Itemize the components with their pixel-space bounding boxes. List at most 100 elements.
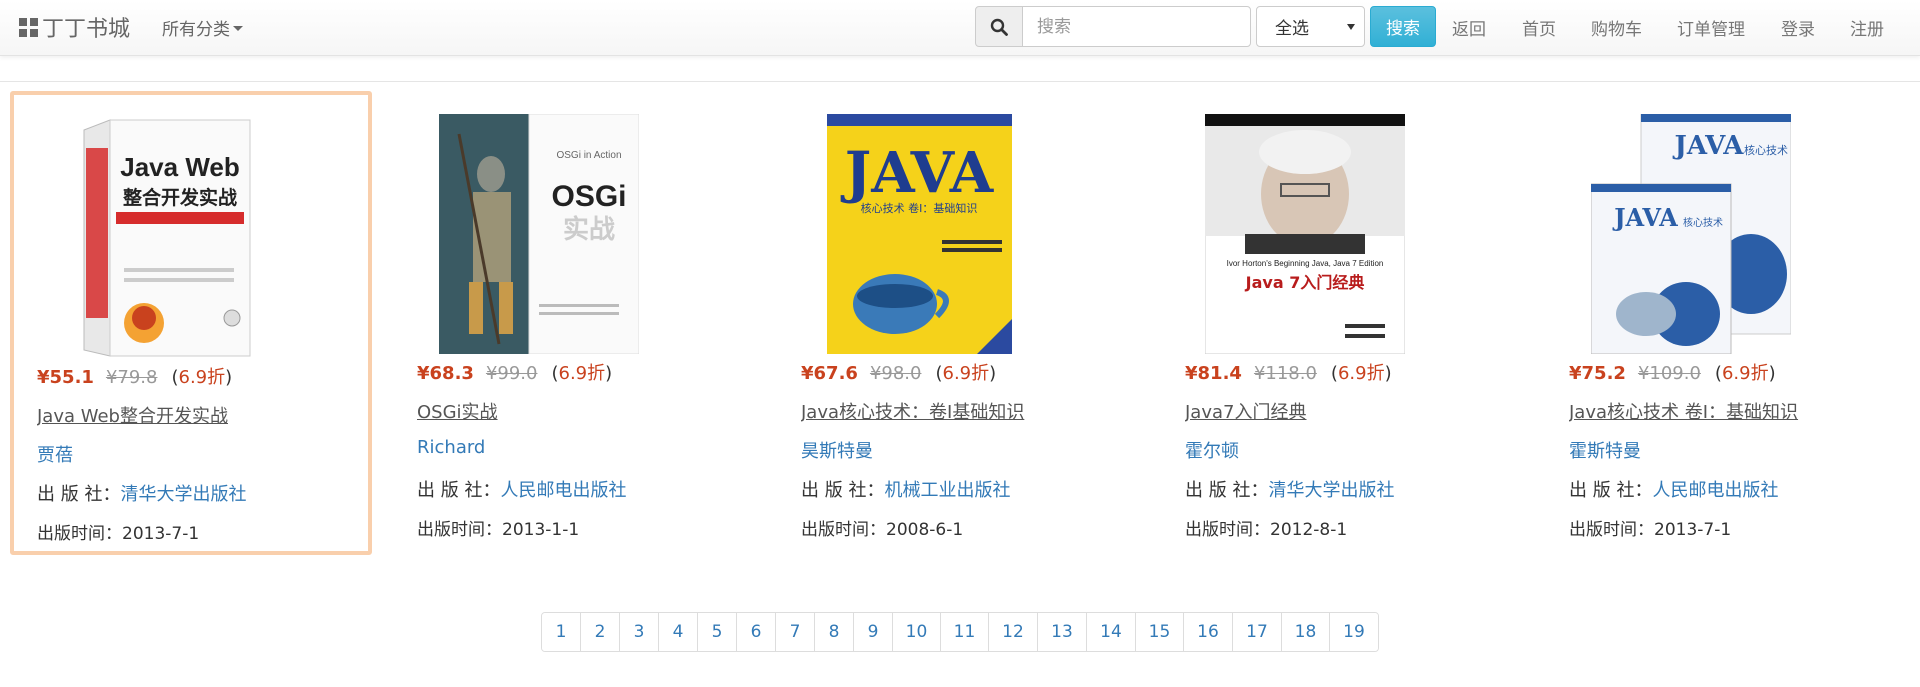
book-card[interactable]: JAVA 核心技术 卷Ⅰ：基础知识 ¥67.6 ¥98.0 (6.9折) Java核… — [782, 91, 1144, 555]
author-link[interactable]: Richard — [417, 437, 485, 458]
price-line: ¥75.2 ¥109.0 (6.9折) — [1569, 363, 1776, 384]
pubdate-label: 出版时间： — [1185, 520, 1270, 540]
select-arrow-icon — [1347, 24, 1355, 30]
page-link[interactable]: 9 — [854, 613, 893, 651]
book-cover[interactable]: JAVA 核心技术 卷Ⅰ：基础知识 — [827, 114, 1027, 354]
book-card[interactable]: Ivor Horton's Beginning Java, Java 7 Edi… — [1166, 91, 1528, 555]
nav-register[interactable]: 注册 — [1850, 15, 1884, 40]
page-link[interactable]: 10 — [893, 613, 941, 651]
publisher-row: 出 版 社：清华大学出版社 — [37, 480, 246, 506]
publisher-link[interactable]: 人民邮电出版社 — [500, 480, 626, 501]
publisher-link[interactable]: 人民邮电出版社 — [1652, 480, 1778, 501]
page-link[interactable]: 19 — [1330, 613, 1378, 651]
book-title-link[interactable]: Java核心技术 卷I：基础知识 — [1569, 398, 1809, 424]
publisher-row: 出 版 社：清华大学出版社 — [1185, 476, 1394, 502]
search-input[interactable] — [1022, 6, 1251, 47]
discount-rate: 6.9折 — [1721, 363, 1769, 384]
pubdate-row: 出版时间：2013-1-1 — [417, 515, 579, 540]
publisher-row: 出 版 社：人民邮电出版社 — [417, 476, 626, 502]
book-cover-image: Java Web 整合开发实战 — [64, 118, 264, 358]
book-cover-image: Ivor Horton's Beginning Java, Java 7 Edi… — [1205, 114, 1405, 354]
page-link[interactable]: 4 — [659, 613, 698, 651]
original-price: ¥118.0 — [1253, 363, 1317, 384]
svg-text:Ivor Horton's Beginning Java,: Ivor Horton's Beginning Java, Java 7 Edi… — [1227, 259, 1384, 268]
pubdate-value: 2013-7-1 — [122, 524, 200, 544]
book-cover-image: JAVA 核心技术 JAVA 核心技术 — [1591, 114, 1791, 354]
discount-rate: 6.9折 — [558, 363, 606, 384]
pubdate-row: 出版时间：2008-6-1 — [801, 515, 963, 540]
author-link[interactable]: 昊斯特曼 — [801, 437, 873, 463]
book-cover[interactable]: Ivor Horton's Beginning Java, Java 7 Edi… — [1205, 114, 1405, 354]
page-link[interactable]: 16 — [1184, 613, 1233, 651]
page-link[interactable]: 8 — [815, 613, 854, 651]
publisher-row: 出 版 社：人民邮电出版社 — [1569, 476, 1778, 502]
author-link[interactable]: 霍斯特曼 — [1569, 437, 1641, 463]
publisher-label: 出 版 社： — [1185, 480, 1269, 501]
pubdate-label: 出版时间： — [37, 524, 122, 544]
book-title-link[interactable]: Java核心技术：卷Ⅰ基础知识 — [801, 398, 1041, 424]
nav-orders[interactable]: 订单管理 — [1677, 15, 1745, 40]
page-link[interactable]: 1 — [542, 613, 581, 651]
author-link[interactable]: 贾蓓 — [37, 441, 73, 467]
page-link[interactable]: 2 — [581, 613, 620, 651]
publisher-link[interactable]: 清华大学出版社 — [1268, 480, 1394, 501]
price-line: ¥55.1 ¥79.8 (6.9折) — [37, 367, 233, 388]
book-title-link[interactable]: Java7入门经典 — [1185, 398, 1425, 424]
top-navbar: 丁丁书城 所有分类 全选 搜索 返回 首页 购物车 订单管理 登录 注册 — [0, 0, 1920, 56]
category-dropdown-label[interactable]: 所有分类 — [162, 15, 230, 40]
page-link[interactable]: 15 — [1136, 613, 1184, 651]
content-divider — [0, 81, 1920, 82]
current-price: ¥81.4 — [1185, 363, 1242, 384]
page-link[interactable]: 7 — [776, 613, 815, 651]
nav-back[interactable]: 返回 — [1452, 15, 1486, 40]
author-link[interactable]: 霍尔顿 — [1185, 437, 1239, 463]
nav-login[interactable]: 登录 — [1781, 15, 1815, 40]
current-price: ¥75.2 — [1569, 363, 1626, 384]
current-price: ¥67.6 — [801, 363, 858, 384]
discount-rate: 6.9折 — [942, 363, 990, 384]
svg-text:OSGi in Action: OSGi in Action — [556, 150, 621, 161]
book-cover[interactable]: Java Web 整合开发实战 — [64, 118, 264, 358]
caret-down-icon — [233, 26, 243, 31]
page-link[interactable]: 11 — [941, 613, 989, 651]
publisher-row: 出 版 社：机械工业出版社 — [801, 476, 1010, 502]
book-card[interactable]: OSGi in Action OSGi 实战 ¥68.3 ¥99.0 (6.9折) … — [398, 91, 760, 555]
book-card[interactable]: JAVA 核心技术 JAVA 核心技术 ¥75.2 ¥109.0 (6.9折) Ja… — [1550, 91, 1912, 555]
book-cover[interactable]: OSGi in Action OSGi 实战 — [439, 114, 639, 354]
original-price: ¥99.0 — [485, 363, 538, 384]
page-link[interactable]: 18 — [1282, 613, 1330, 651]
pubdate-value: 2013-7-1 — [1654, 520, 1732, 540]
publisher-link[interactable]: 清华大学出版社 — [120, 484, 246, 505]
publisher-label: 出 版 社： — [417, 480, 501, 501]
pubdate-row: 出版时间：2013-7-1 — [1569, 515, 1731, 540]
pubdate-row: 出版时间：2013-7-1 — [37, 519, 199, 544]
publisher-link[interactable]: 机械工业出版社 — [884, 480, 1010, 501]
page-link[interactable]: 13 — [1038, 613, 1087, 651]
brand-logo[interactable]: 丁丁书城 — [19, 12, 130, 42]
grid-icon — [19, 17, 38, 37]
nav-home[interactable]: 首页 — [1522, 15, 1556, 40]
book-card[interactable]: Java Web 整合开发实战 ¥55.1 ¥79.8 (6.9折) Java We… — [10, 91, 372, 555]
category-dropdown[interactable]: 所有分类 — [162, 15, 243, 40]
search-button[interactable]: 搜索 — [1370, 6, 1436, 47]
page-link[interactable]: 5 — [698, 613, 737, 651]
price-line: ¥68.3 ¥99.0 (6.9折) — [417, 363, 613, 384]
page-link[interactable]: 6 — [737, 613, 776, 651]
svg-text:JAVA: JAVA — [1673, 131, 1745, 161]
brand-name[interactable]: 丁丁书城 — [42, 11, 130, 43]
page-link[interactable]: 12 — [989, 613, 1038, 651]
current-price: ¥55.1 — [37, 367, 94, 388]
book-cover[interactable]: JAVA 核心技术 JAVA 核心技术 — [1591, 114, 1791, 354]
page-link[interactable]: 3 — [620, 613, 659, 651]
price-line: ¥67.6 ¥98.0 (6.9折) — [801, 363, 997, 384]
page-link[interactable]: 14 — [1087, 613, 1136, 651]
pagination: 1 2 3 4 5 6 7 8 9 10 11 12 13 14 15 16 1… — [541, 612, 1379, 652]
page-link[interactable]: 17 — [1233, 613, 1282, 651]
book-title-link[interactable]: Java Web整合开发实战 — [37, 402, 277, 428]
nav-cart[interactable]: 购物车 — [1591, 15, 1642, 40]
book-title-link[interactable]: OSGi实战 — [417, 398, 657, 424]
search-scope-select[interactable]: 全选 — [1256, 6, 1365, 47]
svg-text:核心技术: 核心技术 — [1744, 143, 1788, 157]
search-addon — [975, 6, 1023, 47]
pubdate-value: 2012-8-1 — [1270, 520, 1348, 540]
